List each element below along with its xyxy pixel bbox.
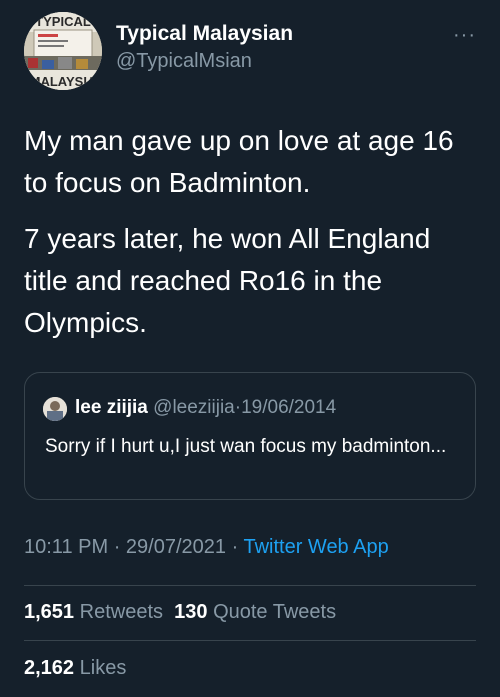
quoted-avatar-image bbox=[43, 397, 67, 421]
more-horizontal-icon[interactable]: ··· bbox=[453, 24, 476, 47]
tweet-text: My man gave up on love at age 16 to focu… bbox=[24, 120, 480, 358]
retweets-count: 1,651 bbox=[24, 601, 75, 623]
tweet-time[interactable]: 10:11 PM bbox=[24, 536, 108, 558]
tweet-card: TYPICAL MALAYSIA Typical Malaysian @Typi… bbox=[0, 0, 500, 697]
quoted-author-avatar bbox=[43, 397, 67, 421]
author-handle[interactable]: @TypicalMsian bbox=[116, 50, 252, 73]
avatar-text-top: TYPICAL bbox=[35, 14, 91, 29]
author-avatar[interactable]: TYPICAL MALAYSIA bbox=[24, 12, 102, 90]
quoted-text: Sorry if I hurt u,I just wan focus my ba… bbox=[45, 436, 447, 457]
quote-tweets-stat[interactable]: 130 Quote Tweets bbox=[174, 601, 336, 623]
quote-tweets-label: Quote Tweets bbox=[213, 601, 337, 623]
tweet-date[interactable]: 29/07/2021 bbox=[126, 536, 226, 558]
stats-row-shares: 1,651 Retweets 130 Quote Tweets bbox=[24, 601, 336, 624]
quote-tweets-count: 130 bbox=[174, 601, 208, 623]
retweets-label: Retweets bbox=[79, 601, 163, 623]
tweet-header: TYPICAL MALAYSIA Typical Malaysian @Typi… bbox=[24, 10, 476, 90]
quoted-author-name: lee ziijia bbox=[75, 397, 148, 418]
quoted-meta: lee ziijia @leeziijia·19/06/2014 bbox=[75, 397, 336, 419]
likes-stat[interactable]: 2,162 Likes bbox=[24, 657, 126, 679]
tweet-timestamp: 10:11 PM · 29/07/2021 · Twitter Web App bbox=[24, 536, 389, 559]
author-name[interactable]: Typical Malaysian bbox=[116, 22, 293, 46]
source-app-link[interactable]: Twitter Web App bbox=[243, 536, 388, 558]
divider-middle bbox=[24, 640, 476, 641]
quoted-author-handle: @leeziijia bbox=[153, 397, 235, 418]
avatar-text-bottom: MALAYSIA bbox=[30, 74, 97, 89]
stats-row-likes: 2,162 Likes bbox=[24, 657, 126, 680]
tweet-paragraph-1: My man gave up on love at age 16 to focu… bbox=[24, 125, 454, 198]
quoted-date: 19/06/2014 bbox=[241, 397, 337, 418]
timestamp-separator-2: · bbox=[231, 536, 239, 558]
retweets-stat[interactable]: 1,651 Retweets bbox=[24, 601, 163, 623]
avatar-image: TYPICAL MALAYSIA bbox=[24, 12, 102, 90]
tweet-paragraph-2: 7 years later, he won All England title … bbox=[24, 223, 431, 338]
likes-label: Likes bbox=[79, 657, 127, 679]
quoted-tweet[interactable]: lee ziijia @leeziijia·19/06/2014 Sorry i… bbox=[24, 372, 476, 500]
likes-count: 2,162 bbox=[24, 657, 75, 679]
divider-top bbox=[24, 585, 476, 586]
timestamp-separator-1: · bbox=[113, 536, 121, 558]
